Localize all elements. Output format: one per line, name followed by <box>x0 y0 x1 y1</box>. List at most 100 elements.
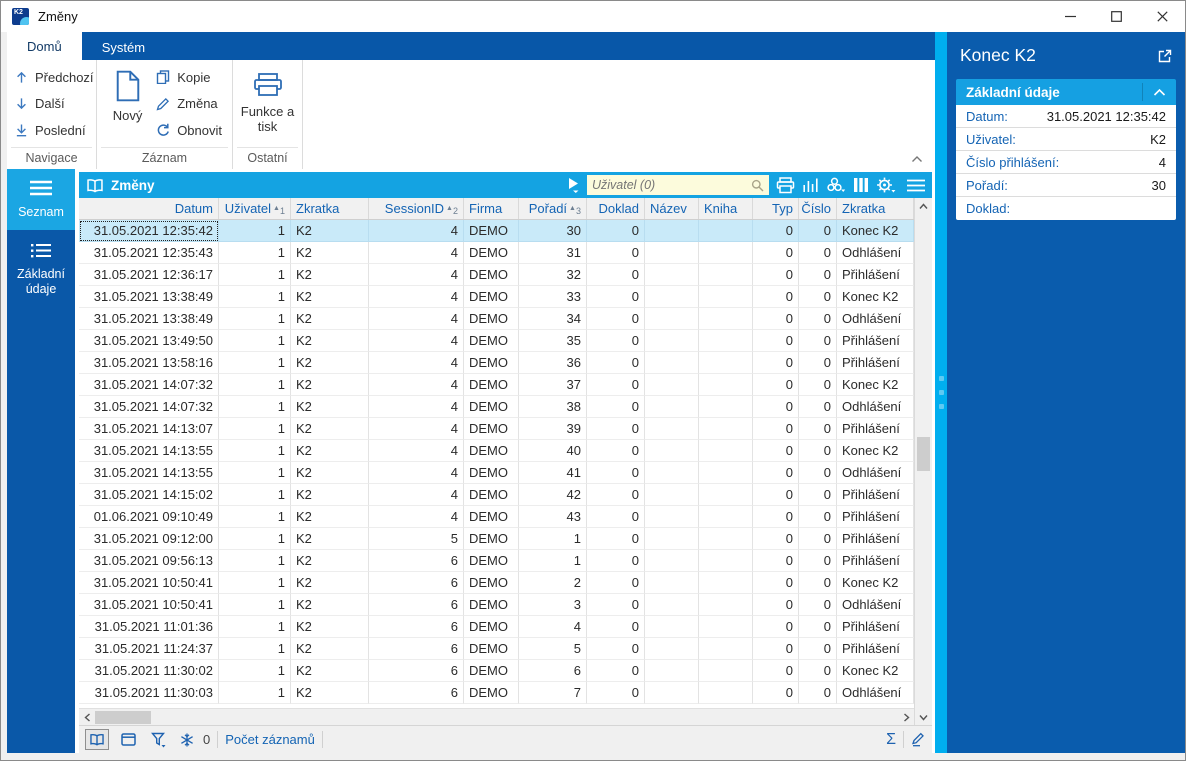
table-row[interactable]: 31.05.2021 13:58:16 1 K2 4 DEMO 36 0 0 0 Přihláše… <box>79 352 914 374</box>
book-view-button[interactable] <box>85 729 109 750</box>
detail-field-label: Uživatel: <box>966 131 1016 147</box>
collapse-chevron-icon[interactable] <box>1142 83 1166 101</box>
refresh-button[interactable]: Obnovit <box>156 119 222 141</box>
basic-data-header[interactable]: Základní údaje <box>956 79 1176 105</box>
column-header[interactable]: Pořadí ▲ 3 <box>519 198 587 219</box>
table-row[interactable]: 31.05.2021 09:12:00 1 K2 5 DEMO 1 0 0 0 Přihlášen… <box>79 528 914 550</box>
column-header[interactable]: Číslo <box>799 198 837 219</box>
ribbon: Předchozí Další Poslední Navigace Nový K… <box>7 60 935 169</box>
table-cell: 32 <box>519 264 587 286</box>
table-row[interactable]: 31.05.2021 14:15:02 1 K2 4 DEMO 42 0 0 0 Přihláše… <box>79 484 914 506</box>
table-row[interactable]: 31.05.2021 12:35:43 1 K2 4 DEMO 31 0 0 0 Odhlášen… <box>79 242 914 264</box>
table-row[interactable]: 31.05.2021 13:38:49 1 K2 4 DEMO 34 0 0 0 Odhlášen… <box>79 308 914 330</box>
table-row[interactable]: 31.05.2021 14:07:32 1 K2 4 DEMO 37 0 0 0 Konec K2 <box>79 374 914 396</box>
table-cell <box>645 330 699 352</box>
tab-domu[interactable]: Domů <box>7 32 82 60</box>
close-button[interactable] <box>1139 1 1185 32</box>
edit-button[interactable]: Změna <box>156 93 222 115</box>
card-view-button[interactable] <box>116 729 140 750</box>
cluster-icon[interactable] <box>826 177 846 194</box>
table-row[interactable]: 31.05.2021 09:56:13 1 K2 6 DEMO 1 0 0 0 Přihlášen… <box>79 550 914 572</box>
table-cell: DEMO <box>464 550 519 572</box>
table-cell: Konec K2 <box>837 374 914 396</box>
gear-icon[interactable] <box>876 177 896 194</box>
previous-button[interactable]: Předchozí <box>15 66 94 88</box>
table-cell: 0 <box>587 638 645 660</box>
last-button[interactable]: Poslední <box>15 119 94 141</box>
ribbon-group-navigace: Předchozí Další Poslední Navigace <box>7 60 97 169</box>
table-cell: 4 <box>369 506 464 528</box>
table-row[interactable]: 31.05.2021 14:13:07 1 K2 4 DEMO 39 0 0 0 Přihláše… <box>79 418 914 440</box>
table-row[interactable]: 31.05.2021 14:13:55 1 K2 4 DEMO 41 0 0 0 Odhlášen… <box>79 462 914 484</box>
column-header[interactable]: Zkratka <box>837 198 914 219</box>
table-row[interactable]: 31.05.2021 11:24:37 1 K2 6 DEMO 5 0 0 0 Přihlášen… <box>79 638 914 660</box>
minimize-button[interactable] <box>1047 1 1093 32</box>
table-row[interactable]: 31.05.2021 10:50:41 1 K2 6 DEMO 3 0 0 0 Odhlášení <box>79 594 914 616</box>
table-row[interactable]: 31.05.2021 12:36:17 1 K2 4 DEMO 32 0 0 0 Přihláše… <box>79 264 914 286</box>
table-row[interactable]: 31.05.2021 11:01:36 1 K2 6 DEMO 4 0 0 0 Přihlášen… <box>79 616 914 638</box>
table-row[interactable]: 31.05.2021 10:50:41 1 K2 6 DEMO 2 0 0 0 Konec K2 <box>79 572 914 594</box>
table-cell: 0 <box>587 572 645 594</box>
maximize-button[interactable] <box>1093 1 1139 32</box>
tab-system[interactable]: Systém <box>82 34 165 60</box>
sidebar-item-seznam[interactable]: Seznam <box>7 169 75 230</box>
table-cell: 31.05.2021 10:50:41 <box>79 572 219 594</box>
table-row[interactable]: 31.05.2021 13:49:50 1 K2 4 DEMO 35 0 0 0 Přihláše… <box>79 330 914 352</box>
column-header[interactable]: Uživatel ▲ 1 <box>219 198 291 219</box>
bar-chart-icon[interactable] <box>802 177 819 193</box>
print-icon[interactable] <box>776 176 795 194</box>
column-header[interactable]: Doklad <box>587 198 645 219</box>
scroll-down-icon[interactable] <box>915 709 931 725</box>
table-cell: Přihlášení <box>837 506 914 528</box>
sum-icon[interactable]: Σ <box>886 731 896 749</box>
table-row[interactable]: 01.06.2021 09:10:49 1 K2 4 DEMO 43 0 0 0 Přihláše… <box>79 506 914 528</box>
column-header[interactable]: Zkratka <box>291 198 369 219</box>
record-count-label[interactable]: Počet záznamů <box>225 732 315 747</box>
table-cell: DEMO <box>464 660 519 682</box>
grid-menu-icon[interactable] <box>907 179 925 192</box>
vertical-scrollbar[interactable] <box>914 198 932 725</box>
table-cell: Odhlášení <box>837 242 914 264</box>
column-header[interactable]: Typ <box>753 198 799 219</box>
column-header[interactable]: Název <box>645 198 699 219</box>
column-header[interactable]: Datum <box>79 198 219 219</box>
table-row[interactable]: 31.05.2021 12:35:42 1 K2 4 DEMO 30 0 0 0 Konec K2 <box>79 220 914 242</box>
table-cell <box>645 638 699 660</box>
scroll-left-icon[interactable] <box>79 709 95 725</box>
sidebar-item-zakladni-udaje[interactable]: Základní údaje <box>7 232 75 307</box>
column-header[interactable]: Firma <box>464 198 519 219</box>
table-cell: 1 <box>219 308 291 330</box>
table-cell: K2 <box>291 242 369 264</box>
table-cell: 31.05.2021 11:24:37 <box>79 638 219 660</box>
new-button[interactable]: Nový <box>101 62 154 147</box>
table-cell: DEMO <box>464 462 519 484</box>
external-link-icon[interactable] <box>1157 48 1173 64</box>
table-row[interactable]: 31.05.2021 11:30:02 1 K2 6 DEMO 6 0 0 0 Konec K2 <box>79 660 914 682</box>
next-button[interactable]: Další <box>15 93 94 115</box>
play-icon[interactable] <box>567 177 580 193</box>
table-row[interactable]: 31.05.2021 14:13:55 1 K2 4 DEMO 40 0 0 0 Konec K2 <box>79 440 914 462</box>
vscroll-thumb[interactable] <box>917 436 930 471</box>
ribbon-tab-strip: Domů Systém <box>7 32 935 60</box>
detail-field-value: 31.05.2021 12:35:42 <box>1046 108 1166 124</box>
columns-icon[interactable] <box>853 177 869 193</box>
edit-note-icon[interactable] <box>911 732 926 747</box>
column-header[interactable]: Kniha <box>699 198 753 219</box>
functions-print-button[interactable]: Funkce a tisk <box>237 62 298 147</box>
table-row[interactable]: 31.05.2021 13:38:49 1 K2 4 DEMO 33 0 0 0 Konec K2 <box>79 286 914 308</box>
ribbon-collapse-chevron-icon[interactable] <box>911 155 923 163</box>
search-input[interactable] <box>592 178 751 192</box>
panel-splitter[interactable] <box>935 32 947 753</box>
hscroll-thumb[interactable] <box>95 710 151 724</box>
horizontal-scrollbar[interactable] <box>79 708 914 725</box>
column-header[interactable]: SessionID ▲ 2 <box>369 198 464 219</box>
scroll-right-icon[interactable] <box>898 709 914 725</box>
copy-button[interactable]: Kopie <box>156 66 222 88</box>
snowflake-icon[interactable] <box>178 729 196 750</box>
document-icon <box>115 70 141 102</box>
scroll-up-icon[interactable] <box>915 198 931 214</box>
table-row[interactable]: 31.05.2021 14:07:32 1 K2 4 DEMO 38 0 0 0 Odhlášen… <box>79 396 914 418</box>
table-cell: 37 <box>519 374 587 396</box>
filter-icon[interactable] <box>147 729 171 750</box>
table-row[interactable]: 31.05.2021 11:30:03 1 K2 6 DEMO 7 0 0 0 Odhlášení <box>79 682 914 704</box>
